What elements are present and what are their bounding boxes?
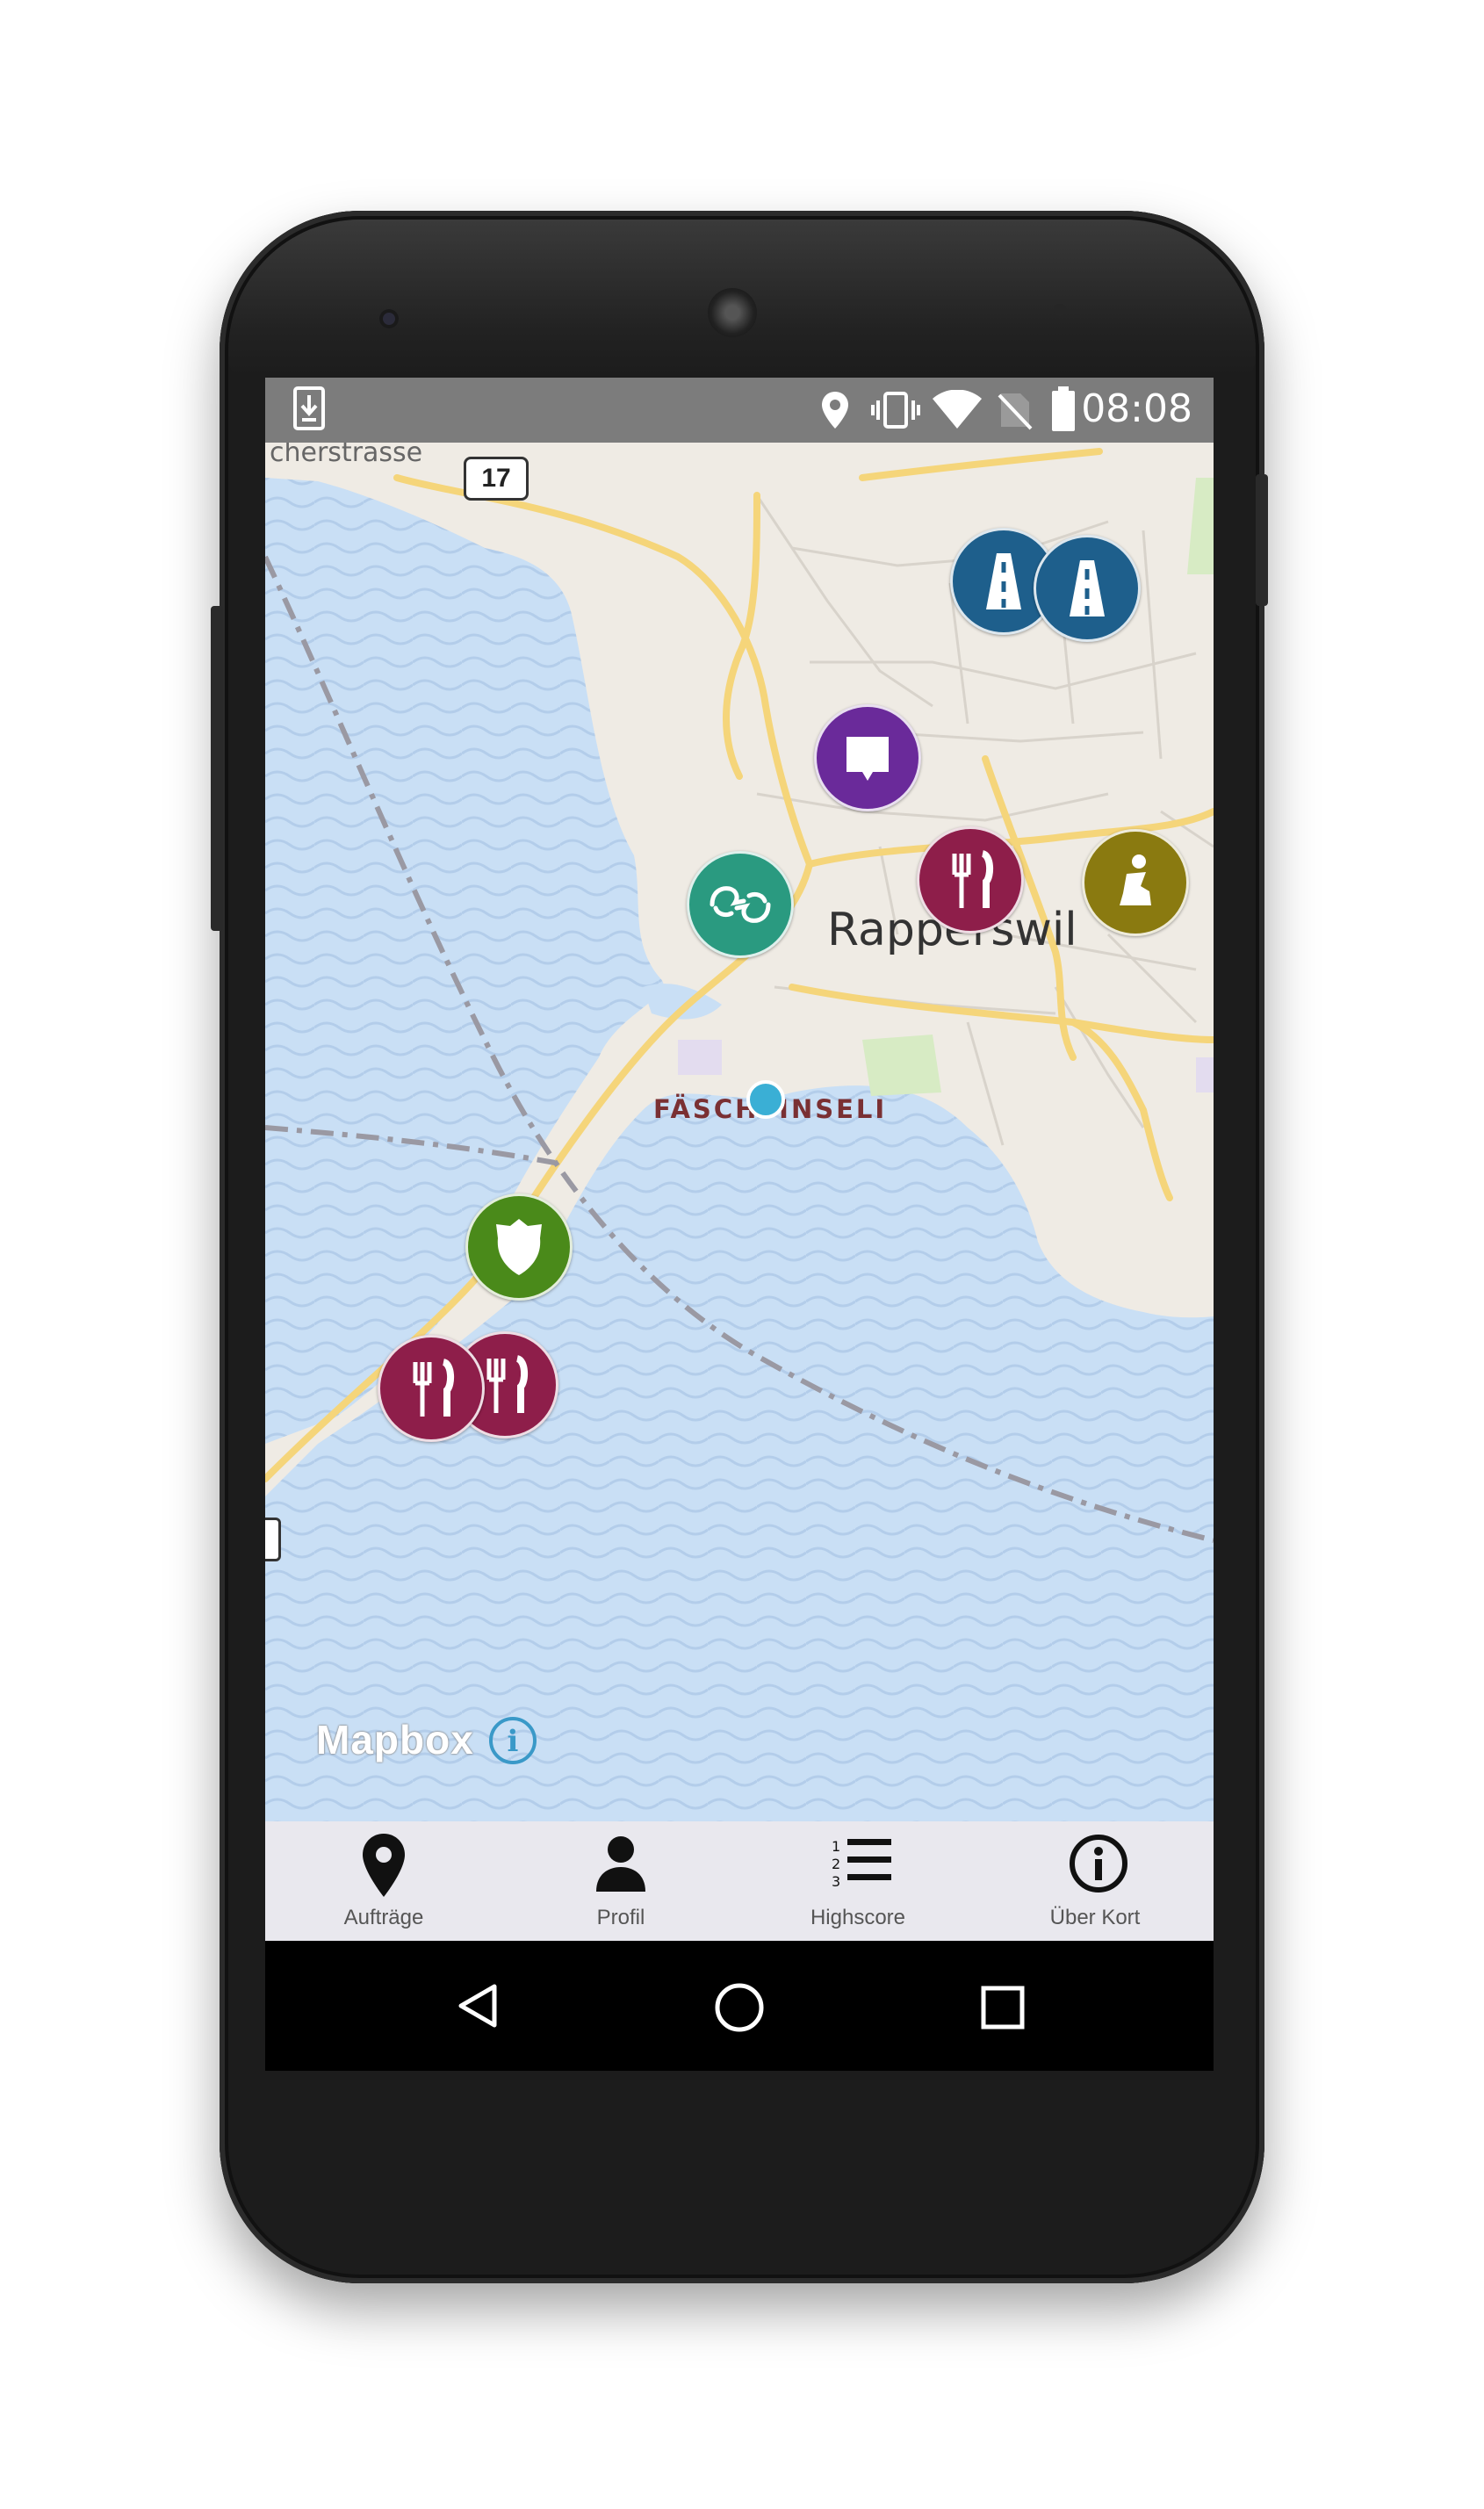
system-nav-bar bbox=[265, 1941, 1214, 2071]
route-badge-partial bbox=[265, 1518, 281, 1561]
wifi-icon bbox=[933, 390, 982, 429]
road-mission-marker[interactable] bbox=[1034, 535, 1141, 642]
street-label: cherstrasse bbox=[270, 443, 423, 468]
home-icon[interactable] bbox=[713, 1981, 766, 2034]
tab-label: Über Kort bbox=[1049, 1906, 1141, 1929]
mapbox-logo: Mapbox bbox=[316, 1717, 474, 1763]
location-icon bbox=[822, 392, 848, 429]
sign-language-mission-marker[interactable] bbox=[687, 851, 794, 958]
restaurant-mission-marker[interactable] bbox=[917, 826, 1024, 934]
fork-knife-icon bbox=[952, 850, 994, 908]
front-camera bbox=[379, 309, 399, 328]
download-icon bbox=[293, 386, 325, 430]
worship-mission-marker[interactable] bbox=[1082, 829, 1189, 936]
restaurant-mission-marker[interactable] bbox=[378, 1335, 485, 1442]
tab-label: Highscore bbox=[810, 1906, 906, 1929]
speech-bubble-icon bbox=[846, 737, 889, 781]
fork-knife-icon bbox=[413, 1359, 455, 1417]
battery-icon bbox=[1052, 386, 1075, 431]
ranked-list-icon: 1 2 3 bbox=[832, 1838, 891, 1890]
praying-person-icon bbox=[1120, 854, 1151, 905]
comment-mission-marker[interactable] bbox=[814, 704, 921, 811]
earpiece-speaker bbox=[708, 288, 757, 337]
road-icon bbox=[986, 553, 1021, 609]
police-mission-marker[interactable] bbox=[465, 1193, 573, 1301]
tab-auftraege[interactable]: Aufträge bbox=[265, 1821, 502, 1941]
no-sim-icon bbox=[998, 393, 1033, 430]
info-circle-icon bbox=[1070, 1835, 1127, 1893]
tab-label: Aufträge bbox=[343, 1906, 424, 1929]
volume-rocker bbox=[211, 606, 223, 931]
recents-icon[interactable] bbox=[980, 1985, 1026, 2030]
map-pin-icon bbox=[363, 1834, 405, 1897]
tab-label: Profil bbox=[596, 1906, 645, 1929]
svg-text:3: 3 bbox=[832, 1873, 840, 1890]
police-badge-icon bbox=[496, 1219, 542, 1275]
map-canvas[interactable] bbox=[265, 443, 1214, 1821]
tab-profil[interactable]: Profil bbox=[502, 1821, 739, 1941]
info-icon: i bbox=[507, 1724, 519, 1759]
proximity-sensor bbox=[1054, 304, 1066, 316]
person-icon bbox=[596, 1836, 645, 1892]
map-view[interactable]: cherstrasse 17 Rapperswil FÄSCHTINSELI bbox=[265, 443, 1214, 1821]
status-time: 08:08 bbox=[1081, 386, 1192, 431]
attribution-info-button[interactable]: i bbox=[489, 1717, 537, 1764]
back-icon[interactable] bbox=[454, 1981, 503, 2030]
tab-highscore[interactable]: 1 2 3 Highscore bbox=[739, 1821, 976, 1941]
road-icon bbox=[1070, 560, 1105, 616]
tab-ueber-kort[interactable]: Über Kort bbox=[976, 1821, 1214, 1941]
svg-text:1: 1 bbox=[832, 1838, 840, 1855]
user-location-dot bbox=[746, 1080, 785, 1119]
vibrate-icon bbox=[871, 392, 920, 429]
sign-language-icon bbox=[710, 886, 771, 923]
svg-text:2: 2 bbox=[832, 1856, 840, 1872]
route-number-badge: 17 bbox=[464, 457, 529, 501]
screen: 08:08 cherstrasse 17 Mapbox i Aufträge P… bbox=[265, 378, 1214, 2071]
power-button bbox=[1256, 474, 1268, 606]
bottom-tab-bar: Aufträge Profil 1 2 3 Highscore Über Kor… bbox=[265, 1821, 1214, 1941]
status-bar: 08:08 bbox=[265, 378, 1214, 443]
